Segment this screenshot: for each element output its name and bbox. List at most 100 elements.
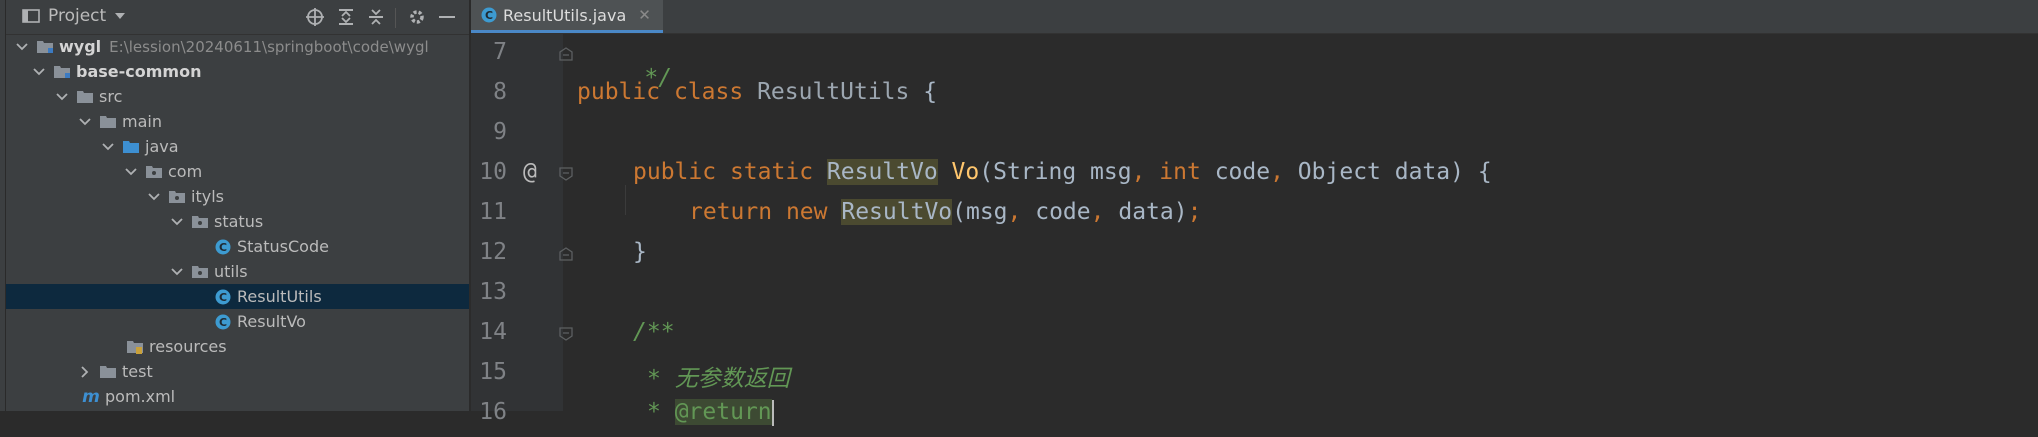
folder-icon [99,113,117,131]
chevron-down-icon[interactable] [169,264,185,280]
keyword: public [577,79,661,105]
code-line-8[interactable]: public class ResultUtils { [577,79,937,117]
tree-item-test[interactable]: test [6,359,469,384]
folder-icon [76,88,94,106]
code-text: data) [1104,199,1188,225]
code-line-14[interactable]: /** [633,319,675,357]
tree-item-resultvo[interactable]: C ResultVo [6,309,469,334]
chevron-down-icon[interactable] [169,214,185,230]
tree-item-base-common[interactable]: base-common [6,59,469,84]
chevron-right-icon[interactable] [77,364,93,380]
keyword: int [1159,159,1201,185]
locate-icon[interactable] [304,6,326,28]
dropdown-arrow-icon [115,13,126,19]
project-panel: Project wygl E:\lession\20240611\springb… [6,0,469,411]
tab-label: ResultUtils.java [503,5,627,25]
method-name: Vo [951,159,980,185]
tree-item-status[interactable]: status [6,209,469,234]
chevron-down-icon[interactable] [14,39,30,55]
code-line-12[interactable]: } [633,239,647,277]
tree-item-resources[interactable]: resources [6,334,469,359]
text-cursor [771,399,774,426]
project-folder-icon [22,9,40,23]
project-view-selector[interactable]: Project [22,6,126,26]
tree-item-label: java [145,137,179,156]
code-text: (String msg [979,159,1132,185]
package-icon [191,263,209,281]
expand-all-icon[interactable] [335,6,357,28]
tree-item-src[interactable]: src [6,84,469,109]
header-divider [395,8,396,28]
close-icon[interactable]: ✕ [638,6,651,24]
doc-comment: * [647,399,675,425]
tree-item-pom[interactable]: m pom.xml [6,384,469,409]
fold-start-icon[interactable] [559,327,573,341]
tab-resultutils-java[interactable]: C ResultUtils.java ✕ [471,0,663,33]
tree-item-label: status [214,212,264,231]
tree-item-label: utils [214,262,248,281]
chevron-down-icon[interactable] [31,64,47,80]
tree-item-statuscode[interactable]: C StatusCode [6,234,469,259]
indent-guide [625,185,626,215]
keyword: new [785,199,828,225]
tree-item-label: wygl [59,37,102,56]
code-text: code [1200,159,1271,185]
chevron-down-icon[interactable] [54,89,70,105]
code-line-7[interactable]: */ [589,39,672,91]
type-reference: ResultVo [826,159,938,185]
tree-item-resultutils[interactable]: C ResultUtils [6,284,469,309]
fold-end-icon[interactable] [559,247,573,261]
keyword: return [689,199,773,225]
module-folder-icon [53,63,71,81]
code-text: Object data) { [1283,159,1492,185]
class-icon: C [214,238,232,256]
tree-item-label: com [168,162,203,181]
code-text: (msg [952,199,1008,225]
line-number: 16 [479,399,507,425]
tree-item-com[interactable]: com [6,159,469,184]
fold-end-icon[interactable] [559,47,573,61]
chevron-down-icon[interactable] [123,164,139,180]
doc-comment-text: 无参数返回 [674,366,790,392]
tree-item-label: ResultUtils [237,287,322,306]
collapse-all-icon[interactable] [365,6,387,28]
package-icon [168,188,186,206]
code-text: } [633,239,647,265]
svg-text:C: C [485,9,493,22]
code-line-11[interactable]: return new ResultVo(msg, code, data); [689,199,1201,237]
maven-icon: m [82,386,100,407]
tree-item-ityls[interactable]: ityls [6,184,469,209]
doc-comment: /** [633,319,675,345]
hide-panel-icon[interactable] [436,6,458,28]
tree-item-label: base-common [76,62,202,81]
tree-item-wygl[interactable]: wygl E:\lession\20240611\springboot\code… [6,34,469,59]
doc-tag: @return [674,399,772,425]
chevron-down-icon[interactable] [100,139,116,155]
class-icon: C [481,7,497,23]
tree-item-main[interactable]: main [6,109,469,134]
line-number: 14 [479,319,507,345]
code-line-10[interactable]: public static ResultVo Vo(String msg, in… [633,159,1492,197]
fold-start-icon[interactable] [559,167,573,181]
tree-item-label: test [122,362,153,381]
tree-item-utils[interactable]: utils [6,259,469,284]
code-line-15[interactable]: * 无参数返回 [647,359,790,397]
svg-text:C: C [219,241,227,254]
implements-marker-icon[interactable]: @ [523,159,537,185]
chevron-down-icon[interactable] [77,114,93,130]
line-number: 11 [479,199,507,225]
keyword: class [673,79,744,105]
svg-text:C: C [219,291,227,304]
tree-item-label: src [99,87,123,106]
class-name: ResultUtils [757,79,910,105]
line-number: 12 [479,239,507,265]
keyword: public [633,159,717,185]
class-icon: C [214,288,232,306]
punctuation: , [1007,199,1022,225]
code-line-16[interactable]: * @return [647,399,774,437]
chevron-down-icon[interactable] [146,189,162,205]
project-panel-title: Project [48,6,107,26]
tree-item-java[interactable]: java [6,134,469,159]
gear-icon[interactable] [406,6,428,28]
module-folder-icon [36,38,54,56]
